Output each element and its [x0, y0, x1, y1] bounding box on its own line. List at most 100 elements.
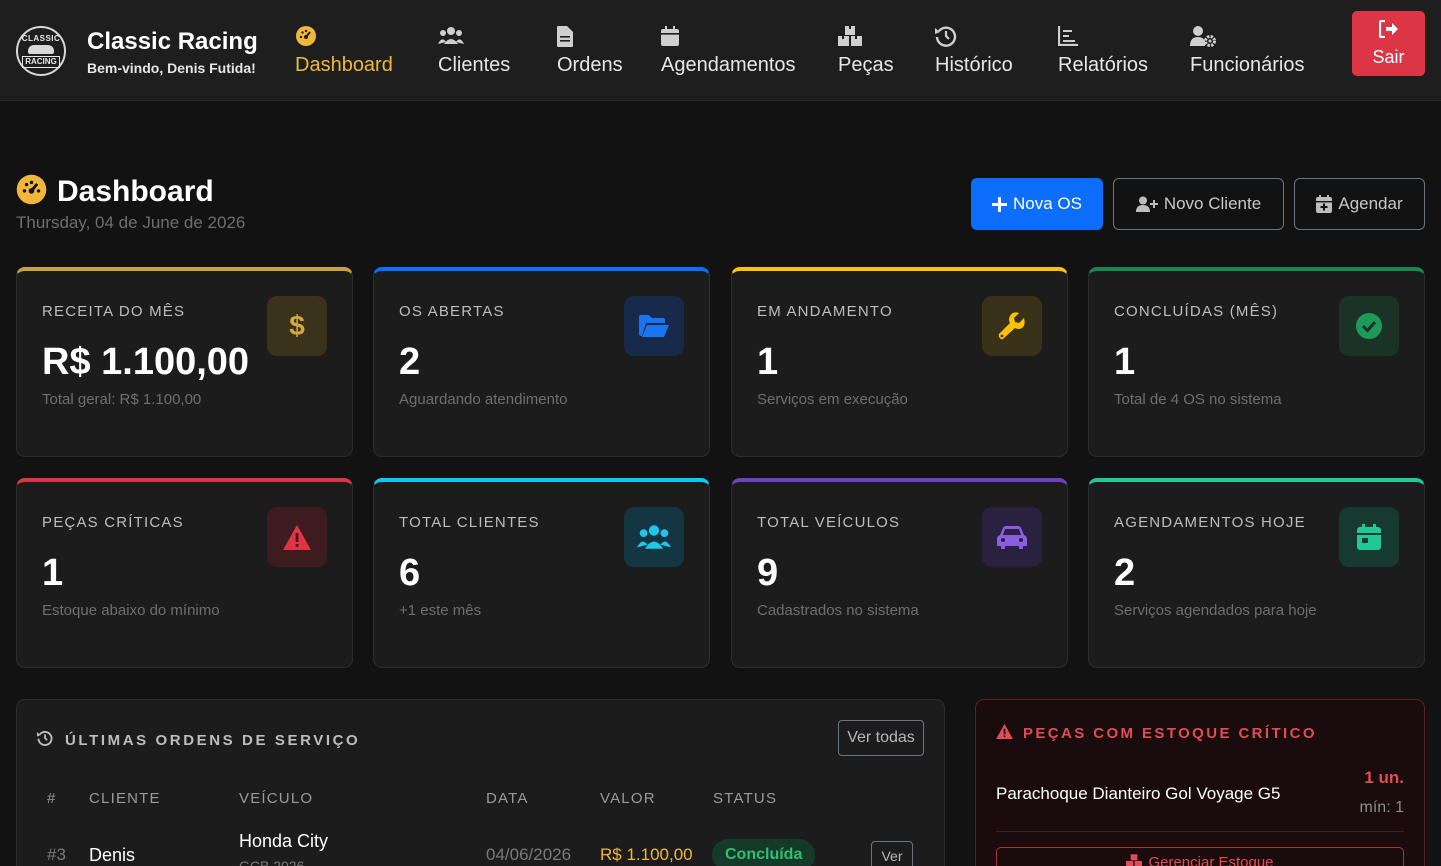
critical-part-qty: 1 un. — [1364, 768, 1404, 787]
brand-name[interactable]: Classic Racing — [87, 28, 258, 56]
boxes-icon — [838, 24, 862, 48]
schedule-button[interactable]: Agendar — [1294, 178, 1425, 230]
view-order-button[interactable]: Ver — [871, 841, 913, 866]
stat-label: TOTAL VEÍCULOS — [757, 514, 901, 531]
nav-label: Peças — [838, 54, 894, 76]
order-date: 04/06/2026 — [486, 845, 572, 864]
warning-icon — [996, 724, 1013, 743]
new-client-label: Novo Cliente — [1163, 194, 1262, 213]
history-icon — [37, 730, 53, 750]
nav-ordens[interactable]: Ordens — [557, 24, 623, 80]
stat-card-total-clients: TOTAL CLIENTES 6 +1 este mês — [373, 478, 710, 668]
stat-card-completed: CONCLUÍDAS (MÊS) 1 Total de 4 OS no sist… — [1088, 267, 1425, 457]
stat-value: 1 — [42, 552, 64, 594]
user-plus-icon — [1135, 196, 1158, 213]
sign-out-icon — [1378, 19, 1399, 43]
stat-card-total-vehicles: TOTAL VEÍCULOS 9 Cadastrados no sistema — [731, 478, 1068, 668]
history-icon — [935, 24, 957, 48]
file-icon — [557, 24, 573, 48]
navbar: CLASSIC RACING Classic Racing Bem-vindo,… — [0, 0, 1441, 101]
brand-logo[interactable]: CLASSIC RACING — [16, 26, 66, 76]
stat-label: TOTAL CLIENTES — [399, 514, 540, 531]
stat-card-open-os: OS ABERTAS 2 Aguardando atendimento — [373, 267, 710, 457]
nav-clientes[interactable]: Clientes — [438, 24, 510, 80]
column-header: VEÍCULO — [239, 790, 314, 807]
stat-subtext: Serviços agendados para hoje — [1114, 602, 1317, 619]
stat-label: OS ABERTAS — [399, 303, 505, 320]
nav-historico[interactable]: Histórico — [935, 24, 1013, 80]
page-date: Thursday, 04 de June de 2026 — [16, 213, 246, 232]
order-client: Denis — [89, 845, 136, 865]
order-id: #3 — [47, 845, 66, 864]
dollar-icon: $ — [267, 296, 327, 356]
nav-label: Clientes — [438, 54, 511, 76]
stat-label: EM ANDAMENTO — [757, 303, 893, 320]
folder-open-icon — [624, 296, 684, 356]
stat-value: 9 — [757, 552, 779, 594]
new-client-button[interactable]: Novo Cliente — [1113, 178, 1284, 230]
stat-card-in-progress: EM ANDAMENTO 1 Serviços em execução — [731, 267, 1068, 457]
order-vehicle: Honda City — [239, 831, 329, 851]
logo-text-top: CLASSIC — [21, 34, 61, 43]
column-header: DATA — [486, 790, 529, 807]
stat-subtext: Total de 4 OS no sistema — [1114, 391, 1282, 408]
recent-orders-title: ÚLTIMAS ORDENS DE SERVIÇO — [37, 730, 360, 750]
column-header: CLIENTE — [89, 790, 161, 807]
users-icon — [624, 507, 684, 567]
gauge-icon — [295, 24, 317, 48]
stat-card-revenue: RECEITA DO MÊS R$ 1.100,00 Total geral: … — [16, 267, 353, 457]
stat-subtext: Estoque abaixo do mínimo — [42, 602, 220, 619]
welcome-message: Bem-vindo, Denis Futida! — [87, 60, 256, 76]
order-value: R$ 1.100,00 — [600, 845, 693, 864]
stat-card-critical-parts: PEÇAS CRÍTICAS 1 Estoque abaixo do mínim… — [16, 478, 353, 668]
nav-dashboard[interactable]: Dashboard — [295, 24, 393, 80]
critical-stock-panel: PEÇAS COM ESTOQUE CRÍTICO Parachoque Dia… — [975, 699, 1425, 866]
status-badge: Concluída — [712, 839, 816, 866]
divider — [996, 831, 1404, 832]
logout-label: Sair — [1372, 46, 1405, 67]
gauge-icon — [16, 174, 47, 210]
stat-value: 2 — [1114, 552, 1136, 594]
stat-value: R$ 1.100,00 — [42, 341, 250, 383]
new-os-button[interactable]: Nova OS — [971, 178, 1103, 230]
check-circle-icon — [1339, 296, 1399, 356]
calendar-icon — [661, 24, 679, 48]
page-title: Dashboard — [16, 174, 214, 210]
logout-button[interactable]: Sair — [1352, 11, 1425, 76]
stat-label: AGENDAMENTOS HOJE — [1114, 514, 1306, 531]
calendar-check-icon — [1339, 507, 1399, 567]
calendar-plus-icon — [1316, 195, 1333, 213]
stat-subtext: Serviços em execução — [757, 391, 908, 408]
stat-subtext: Cadastrados no sistema — [757, 602, 919, 619]
column-header: VALOR — [600, 790, 656, 807]
nav-agendamentos[interactable]: Agendamentos — [661, 24, 796, 80]
new-os-label: Nova OS — [1013, 194, 1082, 213]
stat-value: 2 — [399, 341, 421, 383]
nav-label: Dashboard — [295, 54, 393, 76]
column-header: STATUS — [713, 790, 778, 807]
view-all-orders-button[interactable]: Ver todas — [838, 720, 924, 756]
stat-label: PEÇAS CRÍTICAS — [42, 514, 184, 531]
nav-pecas[interactable]: Peças — [838, 24, 894, 80]
plus-icon — [992, 196, 1007, 212]
car-silhouette-icon — [28, 45, 54, 54]
manage-stock-button[interactable]: Gerenciar Estoque — [996, 847, 1404, 866]
nav-label: Agendamentos — [661, 54, 796, 76]
stat-subtext: Total geral: R$ 1.100,00 — [42, 391, 202, 408]
stat-value: 1 — [757, 341, 779, 383]
column-header: # — [47, 790, 57, 807]
nav-relatorios[interactable]: Relatórios — [1058, 24, 1148, 80]
schedule-label: Agendar — [1338, 194, 1403, 213]
critical-part-min: mín: 1 — [1359, 799, 1404, 816]
users-icon — [438, 24, 464, 48]
manage-stock-label: Gerenciar Estoque — [1148, 854, 1274, 866]
nav-label: Funcionários — [1190, 54, 1305, 76]
stat-value: 1 — [1114, 341, 1136, 383]
page-title-text: Dashboard — [57, 175, 214, 208]
nav-funcionarios[interactable]: Funcionários — [1190, 24, 1305, 80]
stat-label: CONCLUÍDAS (MÊS) — [1114, 303, 1279, 320]
recent-orders-panel: ÚLTIMAS ORDENS DE SERVIÇO Ver todas # CL… — [16, 699, 945, 866]
nav-label: Ordens — [557, 54, 623, 76]
boxes-icon — [1126, 854, 1143, 866]
stat-card-appointments-today: AGENDAMENTOS HOJE 2 Serviços agendados p… — [1088, 478, 1425, 668]
